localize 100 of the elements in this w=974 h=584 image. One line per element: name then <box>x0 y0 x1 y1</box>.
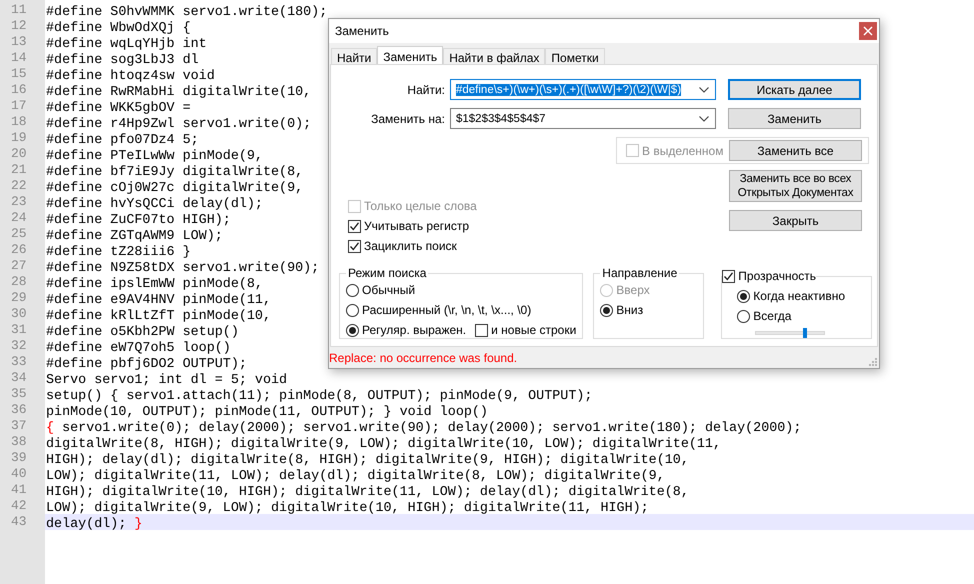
line-number: 33 <box>10 354 28 370</box>
code-line: LOW); digitalWrite(11, LOW); delay(dl); digitalWrite(8, LOW); digitalWrite(9, <box>46 469 665 484</box>
line-number: 31 <box>10 322 28 338</box>
check-icon <box>723 270 734 282</box>
checkbox-label: и новые строки <box>491 323 576 337</box>
code-line: #define pfo07Dz4 5; <box>46 133 199 148</box>
button[interactable]: Закрыть <box>729 210 862 231</box>
line-number: 22 <box>10 178 28 194</box>
code-line: #define pbfj6DO2 OUTPUT); <box>46 357 247 372</box>
line-number: 34 <box>10 370 28 386</box>
checkbox[interactable] <box>348 220 361 232</box>
code-line: #define r4Hp9Zwl servo1.write(0); <box>46 117 312 132</box>
tab[interactable]: Пометки <box>545 48 605 64</box>
line-number: 28 <box>10 274 28 290</box>
button[interactable]: Заменить <box>728 108 861 129</box>
line-number: 12 <box>10 18 28 34</box>
code-line: #define ipslEmWW pinMode(8, <box>46 277 263 292</box>
code-line: HIGH); delay(dl); digitalWrite(8, HIGH); digitalWrite(9, HIGH); digitalWrite(10, <box>46 453 689 468</box>
code-line: digitalWrite(8, HIGH); digitalWrite(9, LOW); digitalWrite(10, LOW); digitalWrite(11, <box>46 437 721 452</box>
code-line: #define WKK5gbOV = <box>46 101 191 116</box>
line-number: 30 <box>10 306 28 322</box>
checkbox-label: Только целые слова <box>364 199 477 213</box>
radio-label: Всегда <box>753 309 792 323</box>
code-line: #define PTeILwWw pinMode(9, <box>46 149 263 164</box>
checkbox-label: Учитывать регистр <box>364 219 470 233</box>
line-number: 16 <box>10 82 28 98</box>
code-line: #define tZ28iii6 } <box>46 245 191 260</box>
code-line: { servo1.write(0); delay(2000); servo1.write(90); delay(2000); servo1.write(180); delay(2000); <box>46 421 802 436</box>
code-line: #define hvYsQCCi delay(dl); <box>46 197 263 212</box>
checkbox-label: Зациклить поиск <box>364 239 457 253</box>
button[interactable]: Заменить все <box>729 140 862 161</box>
radio-label: Вниз <box>616 303 644 317</box>
checkbox-label: Прозрачность <box>738 269 816 283</box>
checkbox-label: В выделенном <box>642 144 724 158</box>
radio-button[interactable] <box>737 290 750 302</box>
radio-button[interactable] <box>346 324 359 336</box>
radio-label: Вверх <box>616 283 650 297</box>
code-line: #define e9AV4HNV pinMode(11, <box>46 293 271 308</box>
tab[interactable]: Заменить <box>377 46 444 64</box>
checkbox[interactable] <box>348 240 361 252</box>
code-line: LOW); digitalWrite(9, LOW); digitalWrite(10, HIGH); digitalWrite(11, HIGH); <box>46 501 649 516</box>
line-number: 36 <box>10 402 28 418</box>
code-line: pinMode(10, OUTPUT); pinMode(11, OUTPUT); } void loop() <box>46 405 488 420</box>
code-line: #define bf7iE9Jy digitalWrite(8, <box>46 165 304 180</box>
radio-label: Когда неактивно <box>753 289 846 303</box>
button[interactable]: Заменить все во всех Открытых Документах <box>729 170 862 202</box>
line-number: 32 <box>10 338 28 354</box>
combo-box[interactable]: $1$2$3$4$5$4$7 <box>450 108 716 129</box>
line-number: 24 <box>10 210 28 226</box>
window-title: Заменить <box>335 24 389 38</box>
code-line: HIGH); digitalWrite(10, HIGH); digitalWrite(11, LOW); delay(dl); digitalWrite(8, <box>46 485 689 500</box>
radio-button[interactable] <box>346 284 359 296</box>
code-line: Servo servo1; int dl = 5; void <box>46 373 288 388</box>
combo-box[interactable]: #define\s+)(\w+)(\s+)(.+)([\w\W]+?)(\2)(\W|$) <box>450 79 716 100</box>
radio-button[interactable] <box>737 310 750 322</box>
line-number: 18 <box>10 114 28 130</box>
line-number: 17 <box>10 98 28 114</box>
radio-button[interactable] <box>600 304 614 316</box>
resize-grip-icon <box>869 358 877 366</box>
caret-icon <box>699 116 709 122</box>
group-title: Направление <box>601 266 678 280</box>
line-number: 39 <box>10 450 28 466</box>
code-line: #define o5Kbh2PW setup() <box>46 325 239 340</box>
line-number: 20 <box>10 146 28 162</box>
code-line: #define ZGTqAWM9 LOW); <box>46 229 223 244</box>
group-title: Режим поиска <box>347 266 428 280</box>
radio-button[interactable] <box>346 304 359 316</box>
field-label: Заменить на: <box>370 112 446 126</box>
button[interactable]: Искать далее <box>728 79 861 100</box>
status-message: Replace: no occurrence was found. <box>329 350 518 364</box>
code-line: #define RwRMabHi digitalWrite(10, <box>46 85 312 100</box>
line-number: 13 <box>10 34 28 50</box>
line-number: 40 <box>10 466 28 482</box>
check-icon <box>349 220 360 232</box>
checkbox[interactable] <box>475 324 488 336</box>
line-number: 29 <box>10 290 28 306</box>
slider-thumb[interactable] <box>802 328 807 338</box>
line-number: 23 <box>10 194 28 210</box>
code-line: #define N9Z58tDX servo1.write(90); <box>46 261 320 276</box>
tab[interactable]: Найти <box>331 48 378 64</box>
code-line: #define S0hvWMMK servo1.write(180); <box>46 5 328 20</box>
code-line: #define cOj0W27c digitalWrite(9, <box>46 181 304 196</box>
tab[interactable]: Найти в файлах <box>443 48 546 64</box>
code-line: #define eW7Q7oh5 loop() <box>46 341 231 356</box>
code-line: #define kRlLtZfT pinMode(10, <box>46 309 271 324</box>
line-number: 37 <box>10 418 28 434</box>
code-line: #define sog3LbJ3 dl <box>46 53 199 68</box>
close-button[interactable] <box>859 22 877 40</box>
checkbox[interactable] <box>722 270 736 282</box>
line-number: 41 <box>10 482 28 498</box>
line-number: 38 <box>10 434 28 450</box>
radio-label: Расширенный (\r, \n, \t, \x..., \0) <box>362 303 532 317</box>
caret-icon <box>699 86 709 92</box>
code-line: #define WbwOdXQj { <box>46 21 191 36</box>
line-number: 35 <box>10 386 28 402</box>
line-number: 14 <box>10 50 28 66</box>
radio-label: Регуляр. выражен. <box>362 323 466 337</box>
line-number: 43 <box>10 514 28 530</box>
line-number: 26 <box>10 242 28 258</box>
field-label: Найти: <box>406 82 446 96</box>
